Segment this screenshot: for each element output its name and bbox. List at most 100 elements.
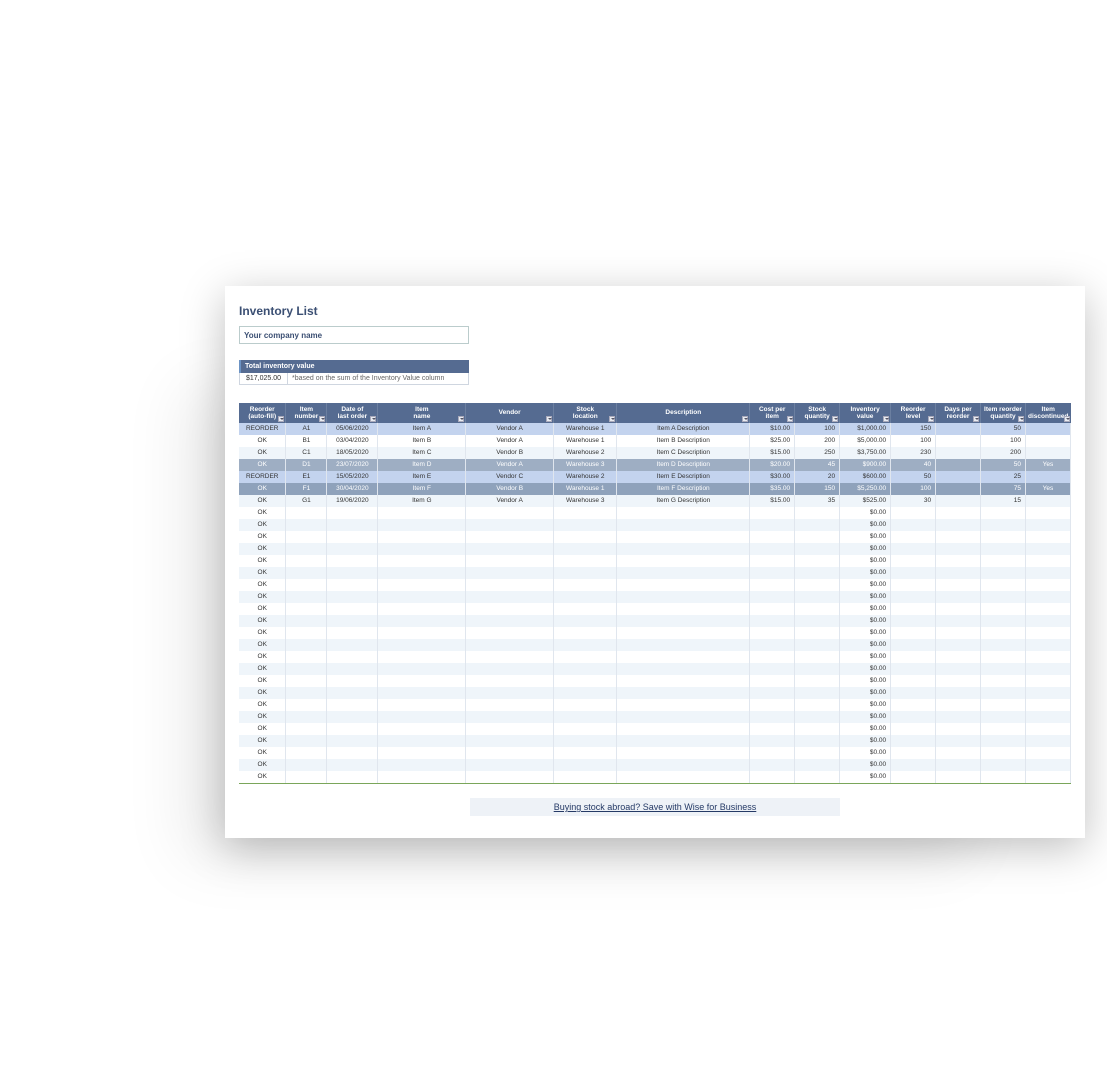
cell[interactable]: 250 [795, 447, 840, 459]
cell[interactable]: 50 [981, 423, 1026, 435]
cell[interactable] [466, 711, 554, 723]
cell[interactable]: $0.00 [840, 543, 891, 555]
cell[interactable]: OK [239, 627, 286, 639]
cell[interactable] [891, 663, 936, 675]
cell[interactable] [936, 567, 981, 579]
cell[interactable] [936, 543, 981, 555]
cell[interactable] [891, 651, 936, 663]
column-header[interactable]: Stocklocation [554, 403, 617, 423]
cell[interactable] [795, 639, 840, 651]
cell[interactable] [378, 723, 466, 735]
cell[interactable] [750, 519, 795, 531]
cell[interactable] [617, 591, 750, 603]
cell[interactable] [1025, 447, 1070, 459]
cell[interactable] [1025, 555, 1070, 567]
cell[interactable]: Vendor A [466, 435, 554, 447]
cell[interactable] [1025, 495, 1070, 507]
cell[interactable]: OK [239, 747, 286, 759]
cell[interactable]: OK [239, 759, 286, 771]
cell[interactable] [327, 651, 378, 663]
cell[interactable] [327, 723, 378, 735]
cell[interactable] [466, 723, 554, 735]
cell[interactable] [327, 639, 378, 651]
table-row[interactable]: OKF130/04/2020Item FVendor BWarehouse 1I… [239, 483, 1071, 495]
cell[interactable] [378, 747, 466, 759]
cell[interactable]: 230 [891, 447, 936, 459]
cell[interactable]: OK [239, 507, 286, 519]
cell[interactable] [554, 591, 617, 603]
table-row[interactable]: OK$0.00 [239, 543, 1071, 555]
cell[interactable] [286, 519, 327, 531]
cell[interactable]: Yes [1025, 483, 1070, 495]
cell[interactable] [981, 627, 1026, 639]
filter-icon[interactable] [742, 416, 748, 422]
cell[interactable]: Warehouse 1 [554, 483, 617, 495]
cell[interactable] [378, 675, 466, 687]
cell[interactable]: $900.00 [840, 459, 891, 471]
cell[interactable] [378, 627, 466, 639]
cell[interactable] [554, 579, 617, 591]
cell[interactable] [795, 711, 840, 723]
cell[interactable] [554, 615, 617, 627]
cell[interactable] [466, 591, 554, 603]
cell[interactable] [286, 579, 327, 591]
cell[interactable] [795, 627, 840, 639]
cell[interactable] [1025, 747, 1070, 759]
cell[interactable]: A1 [286, 423, 327, 435]
cell[interactable] [891, 723, 936, 735]
cell[interactable] [378, 711, 466, 723]
cell[interactable]: B1 [286, 435, 327, 447]
cell[interactable]: $15.00 [750, 495, 795, 507]
cell[interactable]: 200 [795, 435, 840, 447]
cell[interactable] [327, 675, 378, 687]
cell[interactable]: Item F [378, 483, 466, 495]
cell[interactable] [1025, 675, 1070, 687]
cell[interactable]: G1 [286, 495, 327, 507]
cell[interactable] [617, 507, 750, 519]
cell[interactable] [554, 699, 617, 711]
cell[interactable] [378, 507, 466, 519]
cell[interactable] [795, 651, 840, 663]
column-header[interactable]: Cost peritem [750, 403, 795, 423]
cell[interactable] [981, 711, 1026, 723]
cell[interactable]: OK [239, 555, 286, 567]
cell[interactable] [1025, 735, 1070, 747]
cell[interactable] [554, 531, 617, 543]
table-row[interactable]: OK$0.00 [239, 735, 1071, 747]
cell[interactable] [378, 603, 466, 615]
table-row[interactable]: OK$0.00 [239, 579, 1071, 591]
cell[interactable]: Item C Description [617, 447, 750, 459]
cell[interactable] [466, 735, 554, 747]
cell[interactable]: $0.00 [840, 675, 891, 687]
cell[interactable] [378, 639, 466, 651]
cell[interactable]: 18/05/2020 [327, 447, 378, 459]
cell[interactable] [936, 711, 981, 723]
cell[interactable] [554, 663, 617, 675]
cell[interactable] [795, 507, 840, 519]
cell[interactable] [795, 663, 840, 675]
cell[interactable]: $0.00 [840, 747, 891, 759]
cell[interactable]: E1 [286, 471, 327, 483]
cell[interactable]: 100 [891, 435, 936, 447]
filter-icon[interactable] [928, 416, 934, 422]
cell[interactable] [981, 543, 1026, 555]
column-header[interactable]: Itemnumber [286, 403, 327, 423]
cell[interactable] [981, 675, 1026, 687]
cell[interactable] [936, 435, 981, 447]
cell[interactable] [936, 723, 981, 735]
cell[interactable] [981, 579, 1026, 591]
cell[interactable]: Item D [378, 459, 466, 471]
cell[interactable] [1025, 615, 1070, 627]
cell[interactable] [795, 615, 840, 627]
cell[interactable]: $525.00 [840, 495, 891, 507]
cell[interactable] [891, 555, 936, 567]
table-row[interactable]: OK$0.00 [239, 639, 1071, 651]
cell[interactable] [750, 507, 795, 519]
cell[interactable]: $15.00 [750, 447, 795, 459]
cell[interactable] [554, 555, 617, 567]
cell[interactable] [327, 567, 378, 579]
cell[interactable] [936, 759, 981, 771]
cell[interactable]: 200 [981, 447, 1026, 459]
cell[interactable]: $20.00 [750, 459, 795, 471]
cell[interactable] [617, 723, 750, 735]
